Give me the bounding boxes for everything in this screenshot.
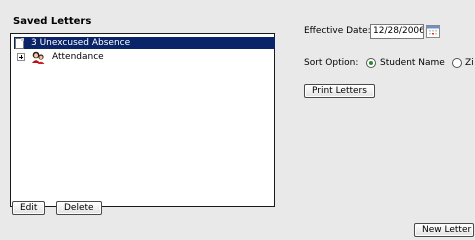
sort-zip-label[interactable]: Zi [465, 58, 474, 68]
sort-student-name-radio[interactable] [366, 58, 376, 68]
delete-button[interactable]: Delete [56, 201, 102, 215]
print-letters-button[interactable]: Print Letters [304, 84, 375, 98]
saved-letters-panel: Saved Letters 3 Unexcused Absence Attend… [10, 16, 275, 207]
tree-item-attendance[interactable]: Attendance [15, 51, 104, 64]
document-icon [15, 37, 24, 49]
sort-student-name-label[interactable]: Student Name [380, 58, 445, 68]
tree-item-label: Attendance [52, 52, 104, 62]
tree-item-unexcused-absence[interactable]: 3 Unexcused Absence [14, 37, 275, 49]
calendar-icon[interactable] [426, 25, 440, 38]
student-icon [32, 51, 45, 64]
effective-date-field[interactable]: 12/28/2006 [370, 24, 424, 39]
saved-letters-title: Saved Letters [13, 16, 92, 27]
letters-window: Saved Letters 3 Unexcused Absence Attend… [0, 0, 475, 240]
expand-icon[interactable] [17, 53, 25, 61]
sort-option-label: Sort Option: [304, 58, 359, 68]
letters-tree[interactable]: 3 Unexcused Absence Attendance [10, 33, 275, 207]
effective-date-label: Effective Date: [304, 26, 371, 36]
sort-zip-radio[interactable] [452, 58, 462, 68]
new-letter-button[interactable]: New Letter [414, 223, 474, 237]
edit-button[interactable]: Edit [12, 201, 46, 215]
tree-item-label: 3 Unexcused Absence [31, 38, 131, 48]
